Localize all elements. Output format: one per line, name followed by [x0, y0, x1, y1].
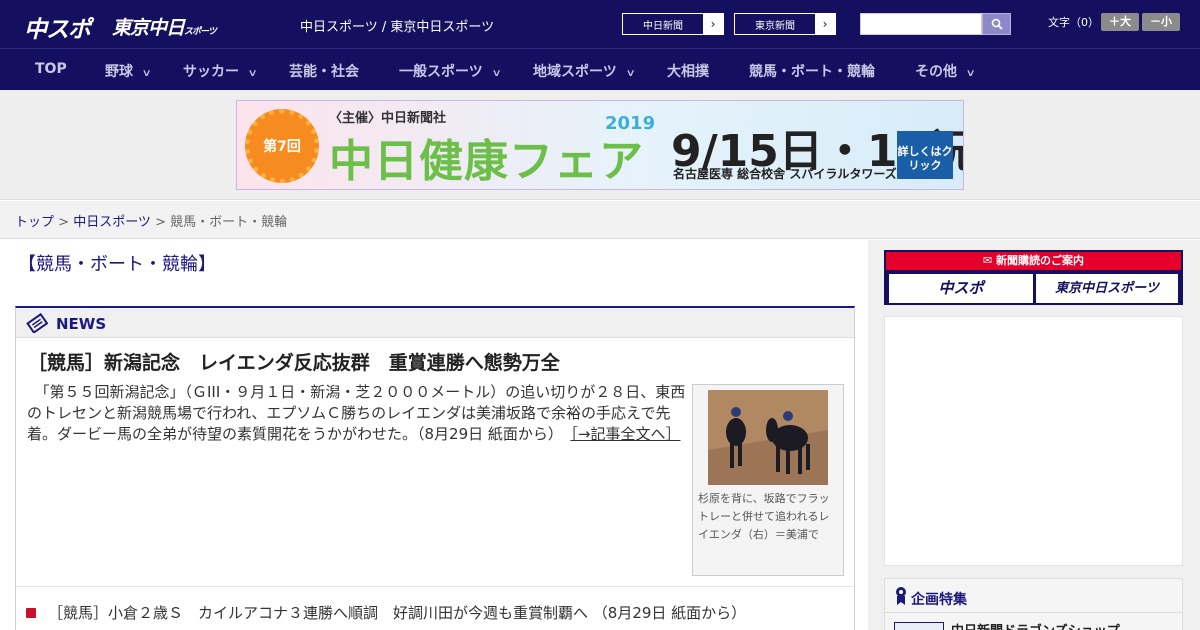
tokyo-shimbun-link[interactable]: 東京新聞 ›: [734, 13, 836, 35]
nav-label: 地域スポーツ: [533, 64, 617, 80]
breadcrumb-separator: >: [150, 215, 171, 230]
subscription-box: ✉ 新聞購読のご案内 中スポ 東京中日スポーツ: [884, 250, 1183, 305]
nav-item-general-sports[interactable]: 一般スポーツ ∨: [399, 61, 502, 81]
search-button[interactable]: [982, 13, 1011, 35]
nav-label: 一般スポーツ: [399, 64, 483, 80]
breadcrumb-section[interactable]: 中日スポーツ: [73, 215, 151, 230]
read-more-link[interactable]: ［→記事全文へ］: [570, 425, 680, 443]
chevron-down-icon: ∨: [247, 68, 258, 79]
top-bar: 中スポ 東京中日スポーツ 中日スポーツ / 東京中日スポーツ 中日新聞 › 東京…: [0, 0, 1200, 48]
ribbon-icon: [896, 587, 906, 605]
featured-article-title[interactable]: ［競馬］新潟記念 レイエンダ反応抜群 重賞連勝へ態勢万全: [28, 348, 560, 375]
page-heading: 【競馬・ボート・競輪】: [18, 254, 216, 275]
photo-caption: 杉原を背に、坂路でフラットレーと併せて追われるレイエンダ（右）＝美浦で: [698, 492, 830, 541]
featured-article-body: 「第５５回新潟記念」（ＧIII・９月１日・新潟・芝２０００メートル）の追い切りが…: [27, 382, 687, 445]
nav-item-top[interactable]: TOP: [35, 61, 67, 77]
nav-item-entertainment[interactable]: 芸能・社会: [289, 61, 359, 81]
font-size-label: 文字（0）: [1048, 16, 1099, 29]
nav-label: TOP: [35, 61, 67, 77]
chunichi-shimbun-label: 中日新聞: [643, 21, 683, 32]
news-list-item[interactable]: ［競馬］小倉２歳Ｓ カイルアコナ３連勝へ順調 好調川田が今週も重賞制覇へ （8月…: [26, 602, 746, 623]
nav-item-keiba[interactable]: 競馬・ボート・競輪: [749, 61, 875, 81]
chevron-down-icon: ∨: [625, 68, 636, 79]
bullet-icon: [26, 608, 36, 618]
special-feature-label: 企画特集: [911, 592, 967, 608]
breadcrumb-current: 競馬・ボート・競輪: [170, 215, 288, 230]
special-feature-box: 企画特集 中日新聞ドラゴンズショップ: [884, 578, 1183, 630]
subscribe-chuspo-button[interactable]: 中スポ: [889, 274, 1033, 303]
search-input[interactable]: [860, 13, 982, 35]
nav-label: その他: [915, 64, 957, 80]
news-header: NEWS: [16, 308, 854, 338]
nav-label: サッカー: [183, 64, 239, 80]
special-feature-header: 企画特集: [885, 579, 1182, 613]
nav-item-other[interactable]: その他 ∨: [915, 61, 976, 81]
chevron-right-icon: ›: [815, 14, 835, 34]
horse-photo-illustration: [708, 390, 828, 485]
chevron-down-icon: ∨: [965, 68, 976, 79]
breadcrumb: トップ > 中日スポーツ > 競馬・ボート・競輪: [15, 211, 287, 230]
banner-year: 2019: [605, 113, 656, 134]
banner-venue: 名古屋医専 総合校舎 スパイラルタワーズ: [673, 167, 897, 181]
banner-cta: 詳しくはクリック: [897, 131, 953, 179]
chuspo-logo[interactable]: 中スポ: [24, 10, 91, 44]
chevron-down-icon: ∨: [491, 68, 502, 79]
nav-item-baseball[interactable]: 野球 ∨: [105, 61, 152, 81]
banner-area: 第7回 〈主催〉中日新聞社 中日健康フェア 2019 9/15日・16祝 名古屋…: [0, 90, 1200, 200]
nav-item-soccer[interactable]: サッカー ∨: [183, 61, 258, 81]
banner-title: 中日健康フェア: [329, 136, 644, 187]
font-larger-button[interactable]: ＋大: [1101, 13, 1139, 31]
subscribe-tokyo-button[interactable]: 東京中日スポーツ: [1036, 274, 1178, 303]
tokyo-logo-small: スポーツ: [184, 27, 217, 37]
subscription-header-label: 新聞購読のご案内: [996, 254, 1085, 267]
nav-label: 大相撲: [667, 64, 709, 80]
search-icon: [991, 18, 1003, 30]
special-item-link[interactable]: 中日新聞ドラゴンズショップ: [951, 620, 1120, 630]
subscription-header: ✉ 新聞購読のご案内: [886, 252, 1181, 270]
news-icon: [26, 313, 48, 333]
nav-item-regional-sports[interactable]: 地域スポーツ ∨: [533, 61, 636, 81]
divider: [16, 586, 854, 587]
banner-sponsor: 〈主催〉中日新聞社: [329, 111, 447, 126]
tokyo-chunichi-logo[interactable]: 東京中日スポーツ: [112, 13, 217, 40]
banner-badge: 第7回: [263, 139, 301, 155]
font-smaller-button[interactable]: －小: [1142, 13, 1180, 31]
breadcrumb-bar: トップ > 中日スポーツ > 競馬・ボート・競輪: [0, 201, 1200, 239]
nav-item-sumo[interactable]: 大相撲: [667, 61, 709, 81]
tokyo-shimbun-label: 東京新聞: [755, 21, 795, 32]
nav-label: 芸能・社会: [289, 64, 359, 80]
breadcrumb-separator: >: [54, 215, 74, 230]
nav-label: 野球: [105, 64, 133, 80]
chevron-down-icon: ∨: [141, 68, 152, 79]
breadcrumb-home[interactable]: トップ: [15, 215, 54, 230]
article-photo[interactable]: [708, 390, 828, 485]
nav-label: 競馬・ボート・競輪: [749, 64, 875, 80]
flower-badge-icon: 第7回: [245, 109, 319, 183]
article-photo-box: 杉原を背に、坂路でフラットレーと併せて追われるレイエンダ（右）＝美浦で: [692, 384, 844, 576]
main-nav: TOP 野球 ∨ サッカー ∨ 芸能・社会 一般スポーツ ∨ 地域スポーツ ∨ 大相撲 …: [0, 48, 1200, 90]
site-title: 中日スポーツ / 東京中日スポーツ: [300, 20, 495, 35]
dragons-shop-thumbnail[interactable]: [894, 622, 944, 630]
news-section: NEWS ［競馬］新潟記念 レイエンダ反応抜群 重賞連勝へ態勢万全 「第５５回新…: [15, 306, 855, 630]
news-header-label: NEWS: [56, 315, 107, 333]
tokyo-logo-text: 東京中日: [112, 17, 185, 39]
chunichi-shimbun-link[interactable]: 中日新聞 ›: [622, 13, 724, 35]
ad-slot: [884, 316, 1183, 566]
health-fair-banner[interactable]: 第7回 〈主催〉中日新聞社 中日健康フェア 2019 9/15日・16祝 名古屋…: [236, 100, 964, 190]
chevron-right-icon: ›: [703, 14, 723, 34]
news-list-item-title: ［競馬］小倉２歳Ｓ カイルアコナ３連勝へ順調 好調川田が今週も重賞制覇へ （8月…: [48, 604, 747, 622]
